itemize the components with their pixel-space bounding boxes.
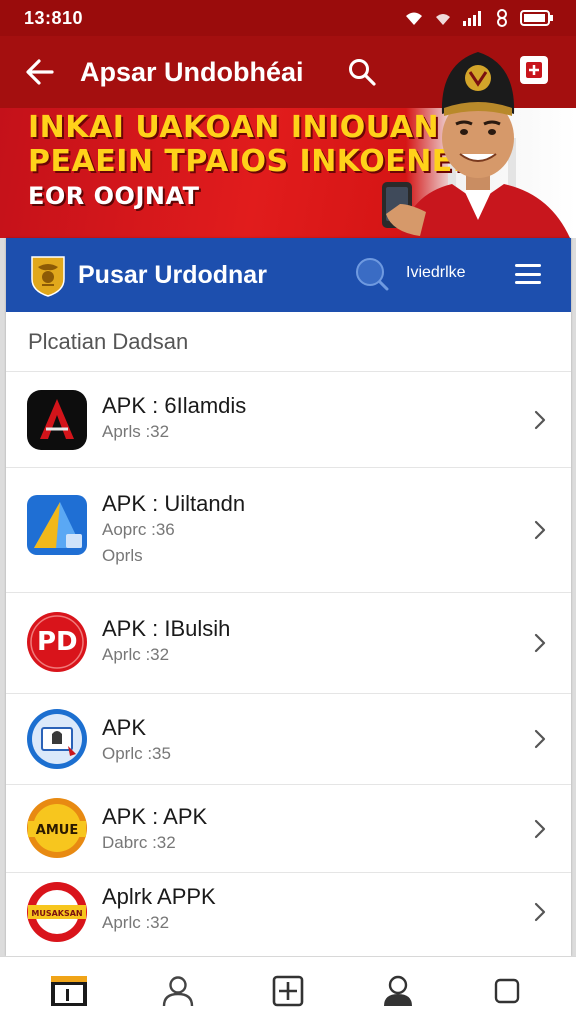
document-app-icon [27,709,87,769]
banner-headline-line1: INKAI UAKOAN INIOUAN [28,110,440,145]
app-meta-secondary: Oprls [102,546,143,565]
app-meta: Aprls :32 [102,422,170,441]
svg-text:MUSAKSAN: MUSAKSAN [31,909,82,918]
account-icon [383,975,412,1006]
bottom-navigation [0,956,576,1024]
list-item-text: APK : 6Ilamdis Aprls :32 [102,392,246,444]
red-a-app-icon [27,389,87,450]
signal-icon [463,11,481,26]
status-time: 13:810 [24,7,84,28]
pd-icon-label: PD [37,627,78,657]
blue-a-app-icon [27,495,87,555]
list-item-text: APK : APK Dabrc :32 [102,803,207,855]
chevron-right-icon [534,410,546,429]
status-bar: 13:810 [0,0,576,36]
app-meta: Dabrc :32 [102,833,176,852]
list-item[interactable]: AMUE APK : APK Dabrc :32 [6,785,571,873]
yellow-badge-app-icon: AMUE [27,798,87,858]
chevron-right-icon [534,819,546,838]
card-search-button[interactable] [354,256,390,292]
list-item-text: APK Oprlc :35 [102,714,171,766]
svg-text:AMUE: AMUE [36,823,78,838]
card-title: Pusar Urdodnar [78,260,267,289]
list-item[interactable]: MUSAKSAN Aplrk APPK Aprlc :32 [6,873,571,951]
back-arrow-icon [26,59,54,85]
nav-account-button[interactable] [368,961,428,1021]
toolbar-title: Apsar Undobhéai [80,56,304,87]
sync-icon [497,9,507,27]
section-title: Plcatian Dadsan [6,312,571,372]
list-item[interactable]: APK : Uiltandn Aoprc :36 Oprls [6,468,571,593]
nav-tabs-button[interactable] [477,961,537,1021]
chevron-right-icon [534,633,546,653]
card-header: Pusar Urdodnar Iviedrlke [6,238,571,312]
search-button[interactable] [342,52,382,92]
app-meta: Aoprc :36 [102,520,175,539]
chevron-right-icon [534,729,546,749]
nav-add-button[interactable] [258,961,318,1021]
chevron-right-icon [534,902,546,922]
home-icon [50,975,87,1006]
system-icons [404,9,554,27]
app-list-card: Pusar Urdodnar Iviedrlke Plcatian Dadsan… [6,238,571,956]
share-button[interactable] [520,56,548,84]
nav-profile-button[interactable] [148,961,208,1021]
app-name: APK : IBulsih [102,616,231,641]
list-item[interactable]: APK Oprlc :35 [6,694,571,785]
search-icon [348,59,376,86]
app-name: APK : Uiltandn [102,491,246,516]
tabs-icon [494,978,520,1003]
list-item[interactable]: PD APK : IBulsih Aprlc :32 [6,593,571,694]
list-item[interactable]: APK : 6Ilamdis Aprls :32 [6,372,571,468]
app-name: APK : 6Ilamdis [102,393,247,418]
wifi-secondary-icon [436,14,450,25]
app-name: APK : APK [102,804,208,829]
card-menu-label[interactable]: Iviedrlke [406,264,466,282]
share-icon [526,62,542,78]
app-name: Aplrk APPK [102,884,216,909]
app-name: APK [102,715,147,740]
back-button[interactable] [0,36,80,108]
list-item-text: APK : Uiltandn Aoprc :36 Oprls [102,490,245,568]
chevron-right-icon [534,520,546,540]
battery-icon [520,10,553,26]
list-item-text: Aplrk APPK Aprlc :32 [102,883,216,935]
red-yellow-badge-app-icon: MUSAKSAN [27,882,87,942]
app-meta: Aprlc :32 [102,913,170,932]
garuda-emblem-icon [31,256,65,297]
menu-icon[interactable] [515,264,541,284]
list-item-text: APK : IBulsih Aprlc :32 [102,615,230,667]
app-meta: Oprlc :35 [102,744,171,763]
app-meta: Aprlc :32 [102,645,170,664]
add-icon [272,975,304,1006]
nav-home-button[interactable] [39,961,99,1021]
wifi-icon [406,12,422,25]
banner-headline-line3: EOR OOJNAT [28,182,200,210]
profile-icon [163,975,194,1006]
